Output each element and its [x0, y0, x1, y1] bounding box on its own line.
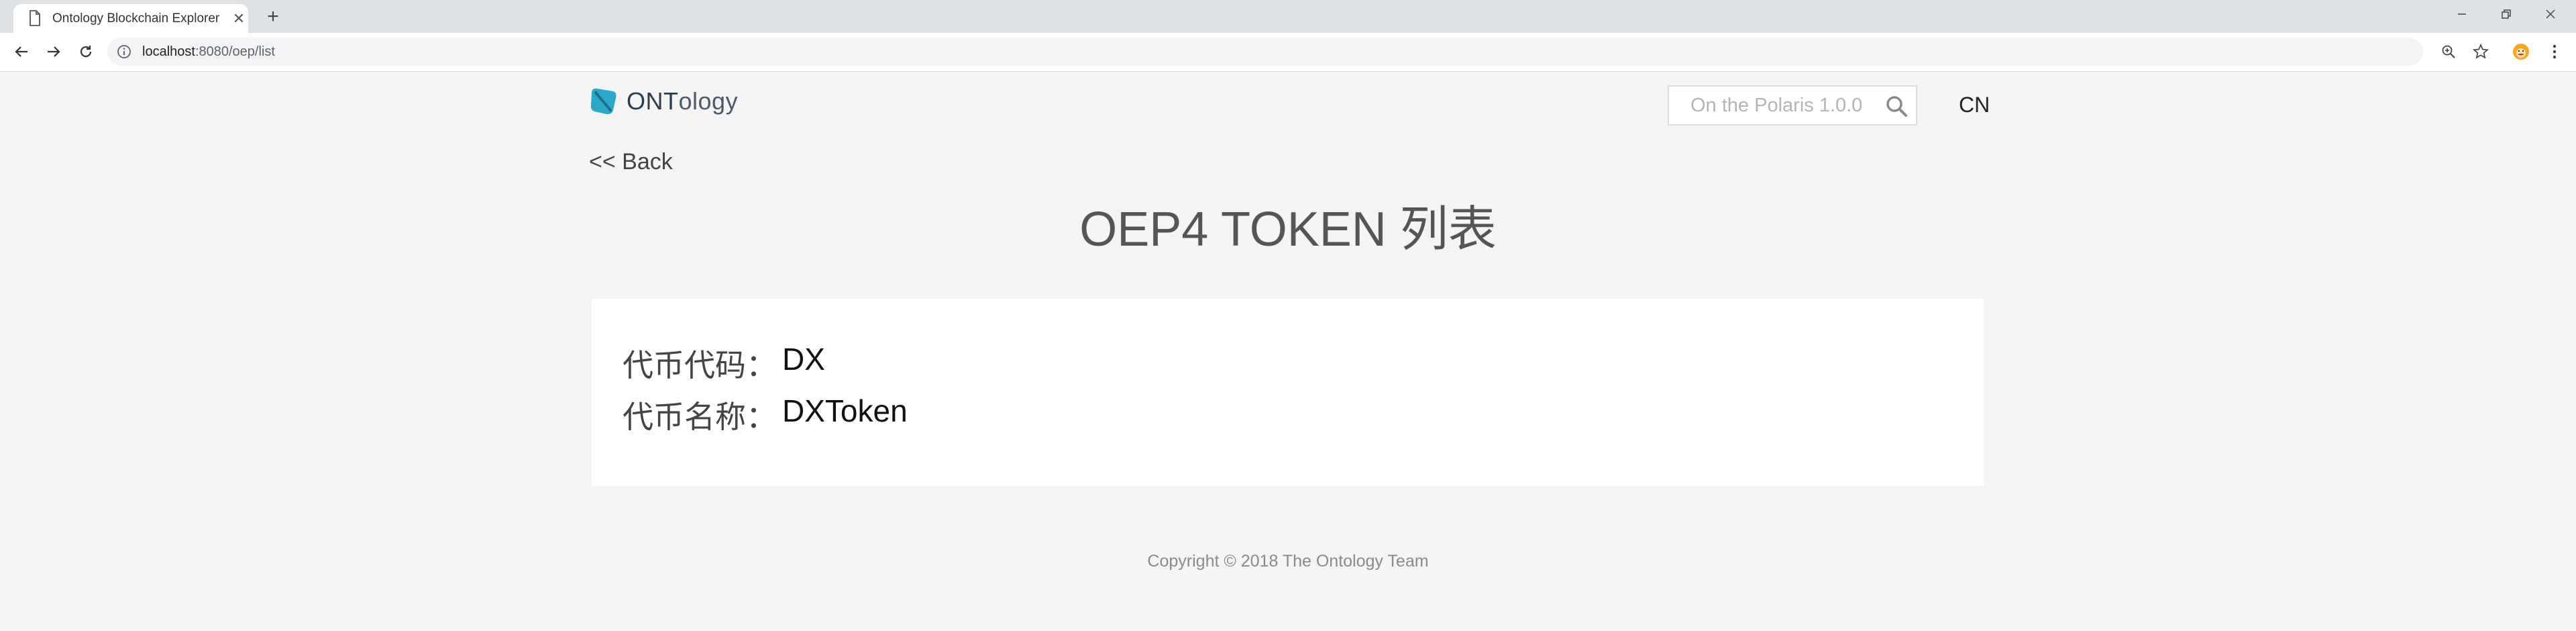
page-icon [28, 9, 42, 28]
browser-toolbar: localhost:8080/oep/list [0, 33, 2576, 72]
logo-text-light: ology [678, 87, 739, 115]
token-card: 代币代码： DX 代币名称： DXToken [592, 299, 1984, 486]
token-name-label: 代币名称： [623, 399, 777, 434]
url-text[interactable]: localhost:8080/oep/list [142, 44, 275, 60]
forward-arrow-icon[interactable] [42, 40, 66, 64]
ontology-logo-icon [590, 88, 616, 115]
url-host: localhost [142, 44, 195, 59]
ontology-logo[interactable]: ONTology [588, 86, 738, 117]
new-tab-icon[interactable]: + [263, 5, 283, 28]
minimize-icon[interactable] [2449, 4, 2475, 24]
close-window-icon[interactable] [2537, 4, 2564, 24]
token-name-value: DXToken [782, 393, 908, 428]
info-icon[interactable] [117, 44, 131, 59]
url-path: :8080/oep/list [195, 44, 275, 59]
token-code-label: 代币代码： [623, 348, 777, 383]
logo-text-bold: ONT [627, 87, 679, 115]
search-icon[interactable] [1885, 95, 1908, 117]
token-code-row: 代币代码： DX [623, 341, 825, 385]
tab-title: Ontology Blockchain Explorer [52, 11, 220, 26]
back-arrow-icon[interactable] [9, 40, 34, 64]
menu-dots-icon[interactable] [2544, 41, 2565, 62]
browser-tabstrip: Ontology Blockchain Explorer ✕ + [0, 0, 2576, 33]
reload-icon[interactable] [74, 40, 98, 64]
token-code-value: DX [782, 342, 825, 377]
search-input[interactable] [1669, 87, 1877, 124]
restore-icon[interactable] [2493, 4, 2520, 24]
page-title: OEP4 TOKEN 列表 [1079, 203, 1497, 256]
address-bar[interactable]: localhost:8080/oep/list [107, 38, 2423, 66]
search-box [1668, 85, 1917, 126]
token-name-row: 代币名称： DXToken [623, 393, 908, 437]
back-link[interactable]: << Back [589, 149, 673, 175]
bookmark-star-icon[interactable] [2470, 41, 2491, 62]
browser-tab[interactable]: Ontology Blockchain Explorer ✕ [13, 4, 248, 33]
language-toggle[interactable]: CN [1959, 93, 1990, 117]
profile-avatar-icon[interactable] [2510, 41, 2532, 62]
logo-text: ONTology [627, 87, 738, 115]
close-tab-icon[interactable]: ✕ [231, 10, 247, 28]
zoom-icon[interactable] [2438, 41, 2459, 62]
footer-copyright: Copyright © 2018 The Ontology Team [1147, 552, 1429, 571]
